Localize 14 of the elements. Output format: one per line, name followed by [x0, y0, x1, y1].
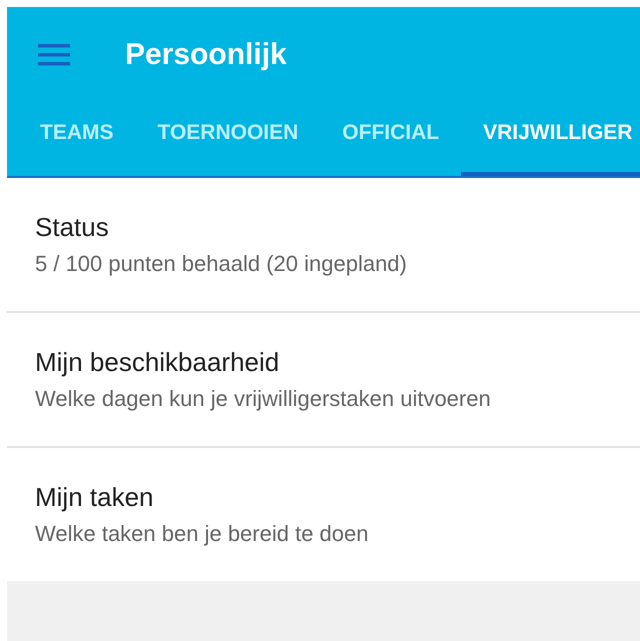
tab[interactable]: TEAMS	[7, 103, 136, 176]
list-item[interactable]: Mijn beschikbaarheid Welke dagen kun je vrijwilligerstaken uitvoeren	[7, 313, 640, 448]
list-item[interactable]: Mijn taken Welke taken ben je bereid te doen	[7, 448, 640, 581]
item-title: Mijn taken	[35, 482, 154, 513]
item-title: Mijn beschikbaarheid	[35, 347, 280, 378]
list-item[interactable]: Status 5 / 100 punten behaald (20 ingepland)	[7, 178, 640, 313]
item-subtitle: 5 / 100 punten behaald (20 ingepland)	[35, 251, 408, 277]
item-subtitle: Welke taken ben je bereid te doen	[35, 521, 370, 547]
tab[interactable]: TOERNOOIEN	[136, 103, 320, 176]
tab[interactable]: OFFICIAL	[320, 103, 462, 176]
item-subtitle: Welke dagen kun je vrijwilligerstaken uitvoeren	[35, 386, 492, 412]
screen-title: Persoonlijk	[125, 38, 287, 72]
menu-icon[interactable]	[38, 44, 70, 66]
item-title: Status	[35, 212, 110, 243]
